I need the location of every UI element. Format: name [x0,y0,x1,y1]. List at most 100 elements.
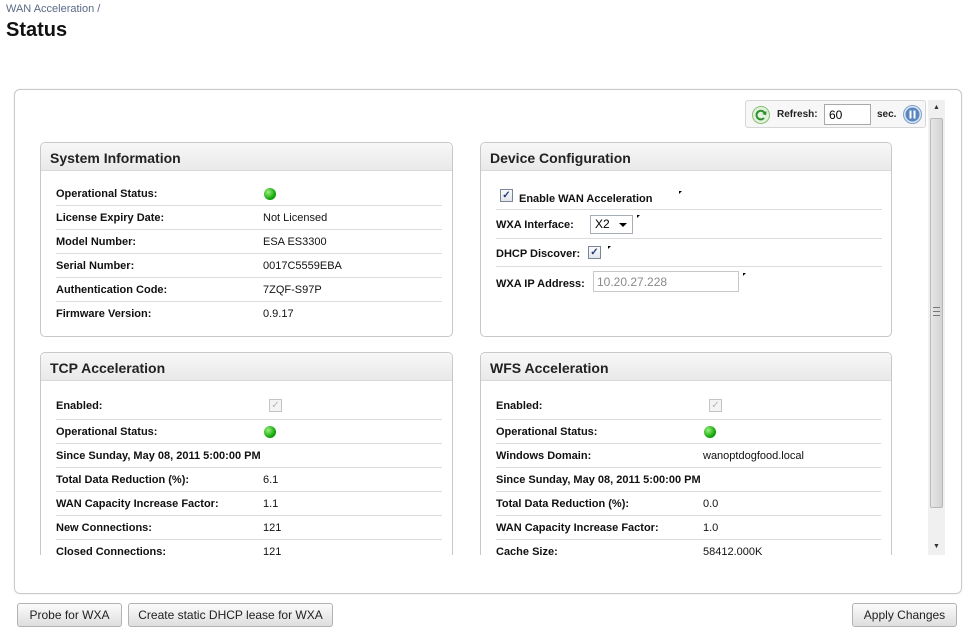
help-tick-icon [608,246,611,249]
wxa-ip-address-input[interactable] [593,271,739,292]
wfs-since-row: Since Sunday, May 08, 2011 5:00:00 PM [496,468,881,492]
wfs-operational-status-row: Operational Status: [496,420,881,444]
info-row-serial-number: Serial Number: 0017C5559EBA [56,254,442,278]
help-tick-icon [743,273,746,276]
row-value: Not Licensed [263,212,328,224]
row-label: Model Number: [56,236,137,248]
page-title: Status [6,19,68,41]
dhcp-discover-checkbox[interactable]: ✓ [588,246,601,259]
refresh-label: Refresh: [777,109,818,120]
row-label: Operational Status: [56,426,158,438]
row-value: 7ZQF-S97P [263,284,322,296]
row-value: 121 [263,522,282,534]
wfs-total-data-reduction-row: Total Data Reduction (%): 0.0 [496,492,881,516]
row-label: Total Data Reduction (%): [496,498,630,510]
tcp-acceleration-panel: TCP Acceleration Enabled: ✓ Operational … [40,352,453,555]
row-label: Operational Status: [496,426,598,438]
help-tick-icon [637,215,640,218]
wfs-windows-domain-row: Windows Domain: wanoptdogfood.local [496,444,881,468]
tcp-since-row: Since Sunday, May 08, 2011 5:00:00 PM [56,444,442,468]
device-configuration-title: Device Configuration [481,143,891,171]
breadcrumb[interactable]: WAN Acceleration / [6,3,100,15]
tcp-enabled-checkbox: ✓ [269,399,282,412]
row-label: WAN Capacity Increase Factor: [56,498,219,510]
row-value: 0017C5559EBA [263,260,342,272]
help-tick-icon [679,191,682,194]
tcp-operational-status-row: Operational Status: [56,420,442,444]
tcp-enabled-row: Enabled: ✓ [56,394,442,420]
row-value: wanoptdogfood.local [703,450,804,462]
row-value: 58412.000K [703,546,763,555]
row-label: Enabled: [56,400,103,412]
wfs-enabled-checkbox: ✓ [709,399,722,412]
enable-wan-acceleration-row: ✓ Enable WAN Acceleration [496,181,882,210]
row-value: 0.0 [703,498,719,510]
wxa-interface-select[interactable]: X2 [590,215,633,234]
wfs-acceleration-panel: WFS Acceleration Enabled: ✓ Operational … [480,352,892,555]
wfs-acceleration-title: WFS Acceleration [481,353,891,381]
wxa-interface-label: WXA Interface: [496,219,574,231]
row-label: Enabled: [496,400,543,412]
tcp-closed-connections-row: Closed Connections: 121 [56,540,442,555]
row-label: License Expiry Date: [56,212,165,224]
wxa-ip-address-label: WXA IP Address: [496,278,585,290]
refresh-interval-input[interactable] [824,104,871,125]
apply-changes-button[interactable]: Apply Changes [852,603,957,627]
row-label: Total Data Reduction (%): [56,474,190,486]
row-label: Closed Connections: [56,546,167,555]
pause-icon[interactable] [903,105,922,124]
row-value: 0.9.17 [263,308,294,320]
tcp-wan-capacity-row: WAN Capacity Increase Factor: 1.1 [56,492,442,516]
scroll-thumb[interactable] [930,118,943,508]
wxa-ip-address-row: WXA IP Address: [496,267,882,297]
info-row-firmware-version: Firmware Version: 0.9.17 [56,302,442,326]
wfs-cache-size-row: Cache Size: 58412.000K [496,540,881,555]
scroll-grip-icon [933,307,940,316]
row-label: Firmware Version: [56,308,152,320]
refresh-unit-label: sec. [877,109,897,120]
enable-wan-acceleration-label: Enable WAN Acceleration [519,193,653,205]
row-value: 1.0 [703,522,719,534]
system-information-title: System Information [41,143,452,171]
wxa-interface-row: WXA Interface: X2 [496,210,882,239]
row-label: Operational Status: [56,188,158,200]
chevron-down-icon [619,223,627,227]
status-green-icon [264,188,276,200]
row-label: Windows Domain: [496,450,592,462]
wfs-enabled-row: Enabled: ✓ [496,394,881,420]
dhcp-discover-label: DHCP Discover: [496,248,581,260]
row-value: ESA ES3300 [263,236,327,248]
since-label: Since Sunday, May 08, 2011 5:00:00 PM [56,450,261,462]
tcp-acceleration-title: TCP Acceleration [41,353,452,381]
row-label: New Connections: [56,522,152,534]
row-label: Cache Size: [496,546,558,555]
dhcp-discover-row: DHCP Discover: ✓ [496,239,882,267]
device-configuration-panel: Device Configuration ✓ Enable WAN Accele… [480,142,892,337]
wfs-wan-capacity-row: WAN Capacity Increase Factor: 1.0 [496,516,881,540]
row-label: Authentication Code: [56,284,168,296]
status-green-icon [704,426,716,438]
scroll-down-arrow-icon[interactable]: ▼ [928,539,945,555]
system-information-panel: System Information Operational Status: L… [40,142,453,337]
status-green-icon [264,426,276,438]
tcp-new-connections-row: New Connections: 121 [56,516,442,540]
enable-wan-acceleration-checkbox[interactable]: ✓ [500,189,513,202]
row-label: Serial Number: [56,260,135,272]
row-label: WAN Capacity Increase Factor: [496,522,659,534]
probe-for-wxa-button[interactable]: Probe for WXA [17,603,122,627]
row-value: 6.1 [263,474,279,486]
vertical-scrollbar[interactable]: ▲ ▼ [928,100,945,555]
info-row-model-number: Model Number: ESA ES3300 [56,230,442,254]
row-value: 121 [263,546,282,555]
refresh-bar: Refresh: sec. [745,100,926,128]
tcp-total-data-reduction-row: Total Data Reduction (%): 6.1 [56,468,442,492]
create-static-dhcp-lease-button[interactable]: Create static DHCP lease for WXA [128,603,333,627]
row-value: 1.1 [263,498,279,510]
info-row-operational-status: Operational Status: [56,182,442,206]
scroll-up-arrow-icon[interactable]: ▲ [928,100,945,116]
wxa-interface-value: X2 [595,217,610,231]
info-row-authentication-code: Authentication Code: 7ZQF-S97P [56,278,442,302]
refresh-icon[interactable] [752,106,770,124]
since-label: Since Sunday, May 08, 2011 5:00:00 PM [496,474,701,486]
info-row-license-expiry: License Expiry Date: Not Licensed [56,206,442,230]
